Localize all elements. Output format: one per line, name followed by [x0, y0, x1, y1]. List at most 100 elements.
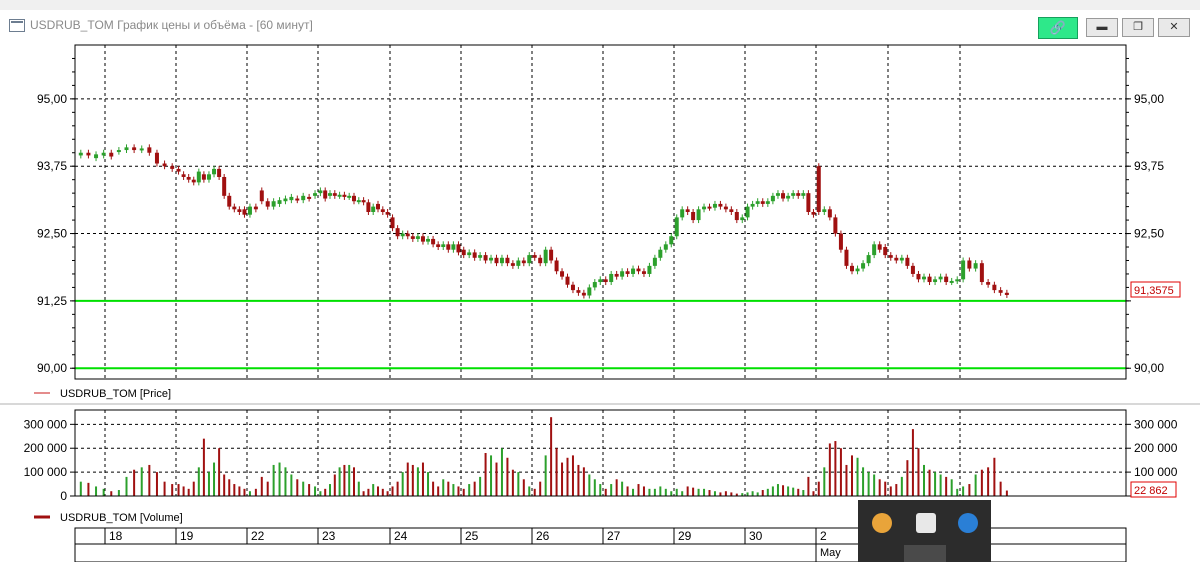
volume-bar [626, 486, 629, 496]
candle-body [162, 163, 167, 167]
candle-body [232, 206, 237, 210]
candle-body [489, 257, 494, 261]
candle-body [94, 154, 99, 159]
candle-body [191, 179, 196, 183]
window-title: USDRUB_TOM График цены и объёма - [60 ми… [30, 18, 313, 32]
candle-body [861, 263, 866, 269]
volume-bar [934, 472, 937, 496]
candle-body [718, 203, 723, 207]
volume-bar [917, 448, 920, 496]
volume-bar [79, 481, 82, 496]
volume-bar [670, 491, 673, 496]
candle-body [505, 257, 510, 264]
candle-body [560, 271, 565, 277]
candle-body [451, 244, 456, 250]
candle-body [395, 228, 400, 237]
tray-selected-slot [904, 545, 946, 562]
volume-bar [367, 488, 370, 496]
volume-bar [746, 492, 749, 496]
volume-bar [133, 469, 136, 496]
volume-bar [787, 486, 790, 496]
candle-body [307, 196, 312, 199]
volume-bar [479, 476, 482, 496]
volume-bar [248, 491, 251, 496]
volume-bar [999, 481, 1002, 496]
volume-bar [664, 488, 667, 496]
x-axis-day-label: 2 [820, 529, 827, 543]
link-button[interactable]: 🔗 [1038, 17, 1078, 39]
volume-bar [686, 486, 689, 496]
candle-body [446, 244, 451, 250]
volume-bar [302, 481, 305, 496]
volume-bar [812, 491, 815, 496]
volume-bar [895, 484, 898, 496]
x-axis-day-label: 29 [678, 529, 692, 543]
volume-bar [284, 467, 287, 496]
price-tick-label-left: 95,00 [37, 92, 67, 106]
candle-body [420, 236, 425, 242]
candle-body [922, 276, 926, 280]
candle-body [116, 150, 121, 153]
candle-body [109, 152, 114, 157]
restore-button[interactable]: ❐ [1122, 18, 1154, 37]
volume-bar [228, 479, 231, 496]
volume-bar [468, 484, 471, 496]
volume-bar [437, 486, 440, 496]
volume-legend: USDRUB_TOM [Volume] [60, 512, 183, 524]
title-bar[interactable]: USDRUB_TOM График цены и объёма - [60 ми… [0, 10, 1200, 41]
candle-body [390, 217, 395, 229]
candle-body [652, 257, 657, 266]
candle-body [154, 152, 159, 164]
candle-body [499, 257, 504, 264]
volume-bar [839, 448, 842, 496]
volume-bar [604, 488, 607, 496]
candle-body [674, 217, 679, 237]
candle-body [347, 195, 352, 198]
candle-body [356, 200, 361, 203]
candle-body [685, 209, 690, 212]
volume-bar [182, 486, 185, 496]
candle-body [631, 268, 636, 274]
volume-bar [968, 484, 971, 496]
candle-body [576, 290, 581, 293]
volume-tick-label-right: 300 000 [1134, 417, 1178, 431]
candle-body [712, 203, 717, 208]
volume-bar [911, 429, 914, 496]
close-button[interactable]: ✕ [1158, 18, 1190, 37]
blue-app-icon[interactable] [958, 513, 978, 533]
candle-body [740, 217, 745, 221]
candle-body [791, 193, 796, 196]
candle-body [620, 271, 625, 277]
orange-app-icon[interactable] [872, 513, 892, 533]
volume-bar [338, 467, 341, 496]
candle-body [176, 168, 181, 172]
volume-tick-label-left: 0 [60, 489, 67, 503]
minimize-button[interactable]: ▬ [1086, 18, 1118, 37]
volume-bar [956, 488, 959, 496]
volume-bar [362, 491, 365, 496]
candle-body [781, 193, 786, 199]
volume-bar [939, 474, 942, 496]
x-axis-day-label: 19 [180, 529, 194, 543]
candle-body [905, 257, 910, 266]
volume-bar [776, 484, 779, 496]
candle-body [366, 202, 371, 212]
volume-bar [653, 488, 656, 496]
volume-bar [802, 490, 805, 496]
candle-body [933, 279, 938, 283]
candle-body [877, 244, 882, 250]
volume-bar [452, 484, 455, 496]
candle-body [222, 176, 227, 196]
shield-icon[interactable] [916, 513, 936, 533]
system-tray-popup [858, 500, 991, 562]
candle-body [598, 279, 603, 283]
candle-body [811, 212, 816, 215]
volume-bar [192, 481, 195, 496]
volume-bar [856, 457, 859, 496]
candle-body [352, 195, 356, 202]
volume-bar [675, 488, 678, 496]
candle-body [894, 257, 899, 261]
candle-body [295, 198, 300, 201]
candle-body [750, 203, 755, 207]
candle-body [472, 252, 477, 258]
